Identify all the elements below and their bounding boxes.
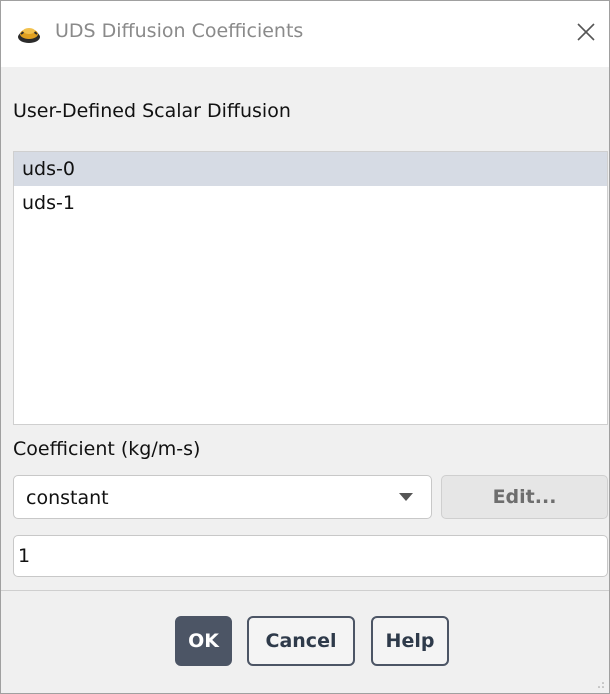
coefficient-value-field[interactable]: 1 [13,535,608,577]
uds-diffusion-dialog: UDS Diffusion Coefficients User-Defined … [0,0,610,694]
cancel-button[interactable]: Cancel [247,616,355,666]
chevron-down-icon [399,493,413,501]
coefficient-method-dropdown[interactable]: constant [13,475,432,519]
close-icon[interactable] [573,19,599,45]
divider [1,590,609,591]
ansys-fluent-icon [18,28,40,43]
title-bar: UDS Diffusion Coefficients [1,1,609,67]
edit-button[interactable]: Edit... [441,475,608,519]
ok-button[interactable]: OK [175,616,232,666]
coefficient-method-value: constant [26,487,109,509]
window-title: UDS Diffusion Coefficients [55,20,304,42]
list-item-uds-0[interactable]: uds-0 [14,152,607,186]
coefficient-label: Coefficient (kg/m-s) [13,438,201,460]
resize-grip-icon[interactable] [597,681,605,689]
scalar-listbox[interactable]: uds-0 uds-1 [13,151,608,425]
list-item-uds-1[interactable]: uds-1 [14,186,607,220]
help-button[interactable]: Help [371,616,449,666]
scalar-section-label: User-Defined Scalar Diffusion [13,100,291,122]
